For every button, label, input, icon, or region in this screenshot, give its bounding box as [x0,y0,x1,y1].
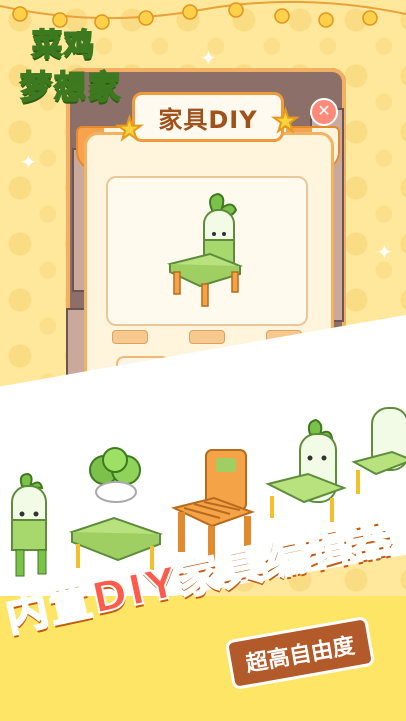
logo-line1: 菜鸡 [31,27,96,64]
category-tab[interactable] [189,330,225,344]
star-icon: ★ [271,103,300,140]
sparkle-icon: ✦ [200,46,217,70]
panel-title: 家具DIY [132,92,284,142]
game-logo: 菜鸡 梦想家 [14,12,149,110]
preview-chair-icon [167,192,244,307]
sparkle-icon: ✦ [376,240,393,264]
star-icon: ★ [115,111,144,148]
partial-chair-icon [351,407,406,494]
logo-line2: 梦想家 [19,67,123,107]
sparkle-icon: ✦ [20,150,37,174]
category-tab[interactable] [112,330,148,344]
close-button[interactable]: ✕ [310,98,338,126]
